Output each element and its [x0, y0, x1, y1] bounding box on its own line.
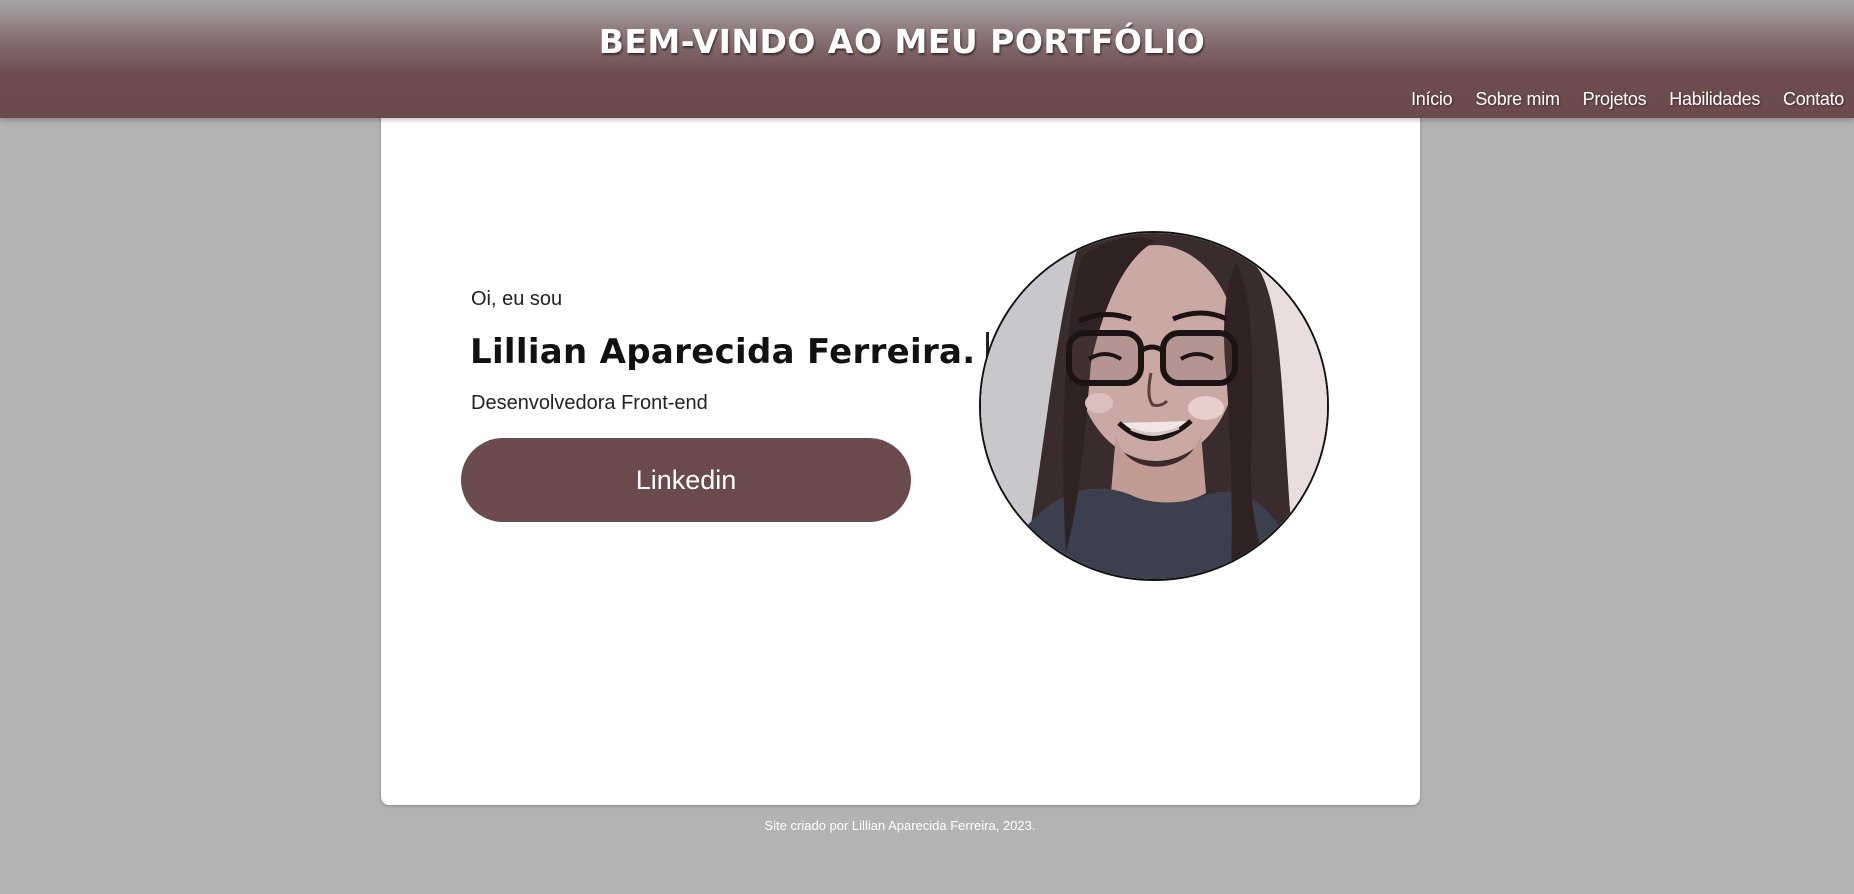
site-header: BEM-VINDO AO MEU PORTFÓLIO Início Sobre …	[0, 0, 1854, 118]
footer-credit: Site criado por Lillian Aparecida Ferrei…	[764, 818, 1036, 833]
nav-item-inicio[interactable]: Início	[1411, 89, 1453, 110]
nav-item-contato[interactable]: Contato	[1783, 89, 1844, 110]
hero-name-line: Lillian Aparecida Ferreira.	[470, 332, 989, 372]
hero-greeting: Oi, eu sou	[471, 288, 563, 310]
linkedin-button[interactable]: Linkedin	[461, 438, 911, 522]
hero-card: Oi, eu sou Lillian Aparecida Ferreira. D…	[381, 110, 1420, 805]
page-title: BEM-VINDO AO MEU PORTFÓLIO	[598, 22, 1206, 61]
nav-item-projetos[interactable]: Projetos	[1583, 89, 1647, 110]
main-nav: Início Sobre mim Projetos Habilidades Co…	[1411, 89, 1844, 110]
hero-role: Desenvolvedora Front-end	[471, 392, 708, 414]
hero-name: Lillian Aparecida Ferreira.	[470, 332, 976, 372]
profile-avatar	[979, 231, 1329, 581]
nav-item-sobre-mim[interactable]: Sobre mim	[1475, 89, 1560, 110]
nav-item-habilidades[interactable]: Habilidades	[1669, 89, 1760, 110]
profile-photo-icon	[981, 233, 1327, 579]
